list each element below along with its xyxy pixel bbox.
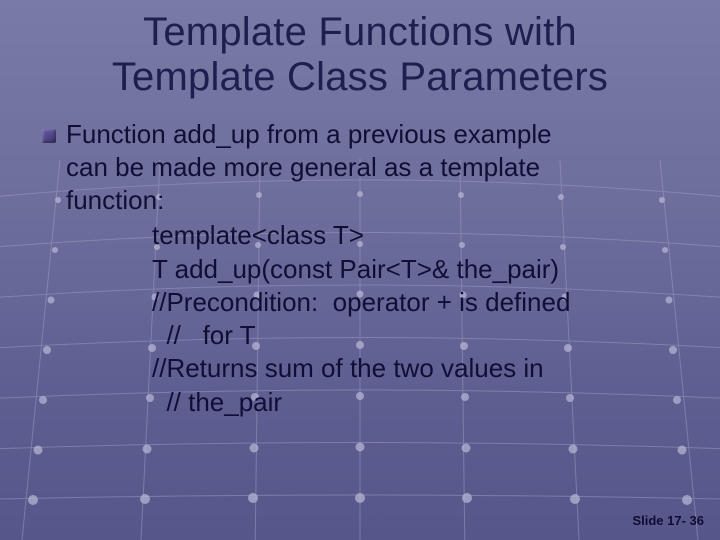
slide-content: Template Functions with Template Class P… xyxy=(0,0,720,419)
code-block: template<class T> T add_up(const Pair<T>… xyxy=(42,219,692,419)
slide-title: Template Functions with Template Class P… xyxy=(28,10,692,100)
code-line: T add_up(const Pair<T>& the_pair) xyxy=(152,253,692,286)
para-line-2: can be made more general as a template xyxy=(66,152,540,182)
slide-number: Slide 17- 36 xyxy=(632,513,704,528)
slide: Template Functions with Template Class P… xyxy=(0,0,720,540)
code-line: //Returns sum of the two values in xyxy=(152,352,692,385)
bullet-item: Function add_up from a previous example … xyxy=(42,118,692,218)
code-line: // for T xyxy=(152,319,692,352)
body-text: Function add_up from a previous example … xyxy=(28,118,692,419)
bullet-square-icon xyxy=(42,129,56,143)
title-line-2: Template Class Parameters xyxy=(112,55,608,99)
code-line: //Precondition: operator + is defined xyxy=(152,286,692,319)
para-line-3: function: xyxy=(66,185,164,215)
title-line-1: Template Functions with xyxy=(143,10,577,54)
paragraph: Function add_up from a previous example … xyxy=(66,118,692,218)
code-line: template<class T> xyxy=(152,219,692,252)
para-line-1: Function add_up from a previous example xyxy=(66,119,552,149)
code-line: // the_pair xyxy=(152,386,692,419)
